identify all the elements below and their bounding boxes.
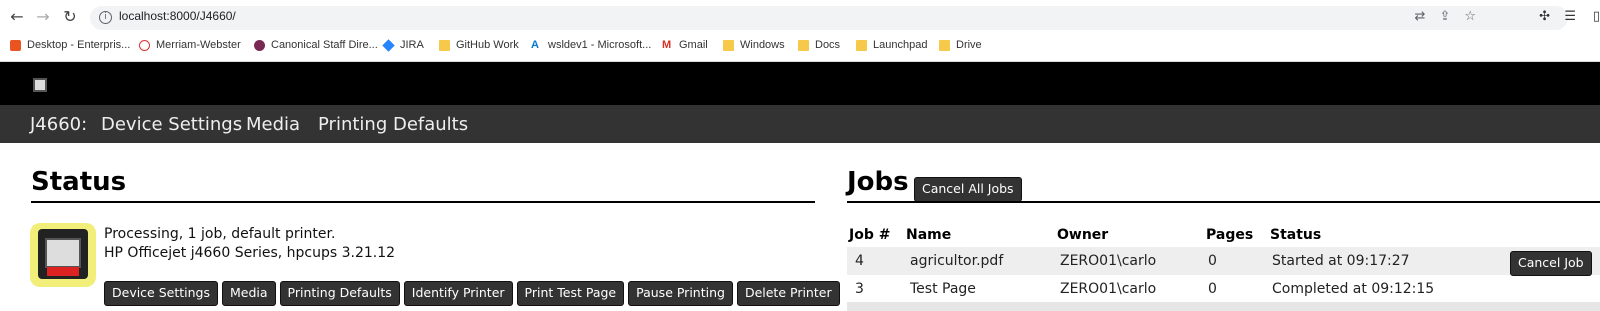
column-header-name: Name [906, 227, 952, 243]
bookmark-desktop[interactable]: Desktop - Enterpris... [10, 39, 130, 51]
azure-icon: A [531, 38, 539, 51]
folder-icon [723, 39, 734, 51]
bookmark-label: Windows [740, 39, 785, 51]
bookmarks-bar: Desktop - Enterpris... Merriam-Webster C… [0, 35, 1600, 62]
folder-icon [939, 39, 950, 51]
folder-icon [798, 39, 809, 51]
canonical-icon [254, 39, 265, 51]
nav-printing-defaults[interactable]: Printing Defaults [318, 114, 468, 135]
bookmark-label: Desktop - Enterpris... [27, 39, 131, 51]
reload-icon[interactable]: ↻ [61, 8, 79, 26]
status-divider [31, 201, 815, 203]
nav-device-settings[interactable]: Device Settings [101, 114, 242, 135]
bookmark-label: Drive [956, 39, 982, 51]
device-settings-button[interactable]: Device Settings [104, 281, 218, 306]
share-icon[interactable]: ⇪ [1439, 9, 1450, 24]
job-id: 3 [855, 281, 864, 297]
jira-icon [382, 38, 395, 52]
bookmark-label: JIRA [400, 39, 424, 51]
printing-defaults-button[interactable]: Printing Defaults [279, 281, 400, 306]
job-status: Started at 09:17:27 [1272, 253, 1410, 269]
back-arrow-icon[interactable]: ← [8, 8, 26, 26]
nav-media[interactable]: Media [246, 114, 300, 135]
bookmark-gmail[interactable]: M Gmail [662, 39, 708, 51]
bookmark-github-work[interactable]: GitHub Work [439, 39, 519, 51]
bookmark-merriam-webster[interactable]: Merriam-Webster [139, 39, 241, 51]
job-status: Completed at 09:12:15 [1272, 281, 1435, 297]
mw-icon [139, 39, 150, 51]
gmail-icon: M [662, 38, 672, 51]
reading-list-icon[interactable]: ☰ [1564, 9, 1576, 24]
column-header-pages: Pages [1206, 227, 1254, 243]
column-header-owner: Owner [1057, 227, 1109, 243]
status-heading: Status [31, 167, 127, 197]
info-icon[interactable]: i [99, 11, 112, 24]
job-name[interactable]: Test Page [910, 281, 976, 297]
cups-navbar: J4660: Device Settings Media Printing De… [0, 105, 1600, 143]
bookmark-launchpad[interactable]: Launchpad [856, 39, 927, 51]
bookmark-docs[interactable]: Docs [798, 39, 840, 51]
bookmark-drive[interactable]: Drive [939, 39, 982, 51]
job-owner: ZERO01\carlo [1060, 281, 1157, 297]
bookmark-label: GitHub Work [456, 39, 519, 51]
status-driver: HP Officejet j4660 Series, hpcups 3.21.1… [104, 245, 396, 261]
forward-arrow-icon[interactable]: → [34, 8, 52, 26]
url-text[interactable]: localhost:8000/J4660/ [119, 9, 236, 23]
printer-actions: Device Settings Media Printing Defaults … [104, 281, 840, 306]
cups-header [0, 62, 1600, 105]
column-header-status: Status [1270, 227, 1322, 243]
folder-icon [439, 39, 450, 51]
bookmark-jira[interactable]: JIRA [382, 38, 424, 52]
jobs-divider [847, 201, 1600, 203]
identify-printer-button[interactable]: Identify Printer [403, 281, 513, 306]
job-id: 4 [855, 253, 864, 269]
bookmark-label: Merriam-Webster [156, 39, 241, 51]
translate-icon[interactable]: ⇄ [1415, 9, 1426, 24]
bookmark-label: Gmail [679, 39, 708, 51]
job-pages: 0 [1208, 253, 1217, 269]
status-state: Processing, 1 job, default printer. [104, 226, 336, 242]
print-test-page-button[interactable]: Print Test Page [516, 281, 625, 306]
folder-icon [856, 39, 867, 51]
cups-logo-icon[interactable] [33, 78, 47, 92]
bookmark-label: Docs [815, 39, 841, 51]
bookmark-label: Launchpad [873, 39, 928, 51]
extensions-icon[interactable]: ✣ [1539, 9, 1550, 24]
bookmark-canonical[interactable]: Canonical Staff Dire... [254, 39, 378, 51]
cancel-job-button[interactable]: Cancel Job [1510, 251, 1592, 276]
bookmark-label: Canonical Staff Dire... [271, 39, 378, 51]
bookmark-label: wsldev1 - Microsoft... [548, 39, 652, 51]
jobs-heading: Jobs [847, 167, 909, 197]
delete-printer-button[interactable]: Delete Printer [736, 281, 840, 306]
star-icon[interactable]: ☆ [1464, 9, 1476, 24]
side-panel-icon[interactable]: ▯ [1593, 9, 1600, 24]
media-button[interactable]: Media [222, 281, 276, 306]
job-owner: ZERO01\carlo [1060, 253, 1157, 269]
browser-toolbar: ← → ↻ i localhost:8000/J4660/ ⇄ ⇪ ☆ ✣ ☰ … [0, 0, 1600, 35]
address-bar[interactable]: i localhost:8000/J4660/ ⇄ ⇪ ☆ [90, 6, 1568, 30]
bookmark-windows[interactable]: Windows [723, 39, 785, 51]
table-row: 4 agricultor.pdf ZERO01\carlo 0 Started … [847, 247, 1600, 276]
column-header-job: Job # [849, 227, 891, 243]
job-name[interactable]: agricultor.pdf [910, 253, 1003, 269]
cancel-all-jobs-button[interactable]: Cancel All Jobs [914, 177, 1022, 202]
table-row [847, 302, 1600, 311]
nav-printer-name[interactable]: J4660: [30, 114, 87, 135]
table-row: 3 Test Page ZERO01\carlo 0 Completed at … [847, 275, 1600, 303]
job-pages: 0 [1208, 281, 1217, 297]
pause-printing-button[interactable]: Pause Printing [628, 281, 733, 306]
ubuntu-icon [10, 39, 21, 51]
printer-icon [30, 223, 96, 287]
bookmark-wsldev1[interactable]: A wsldev1 - Microsoft... [531, 39, 651, 51]
